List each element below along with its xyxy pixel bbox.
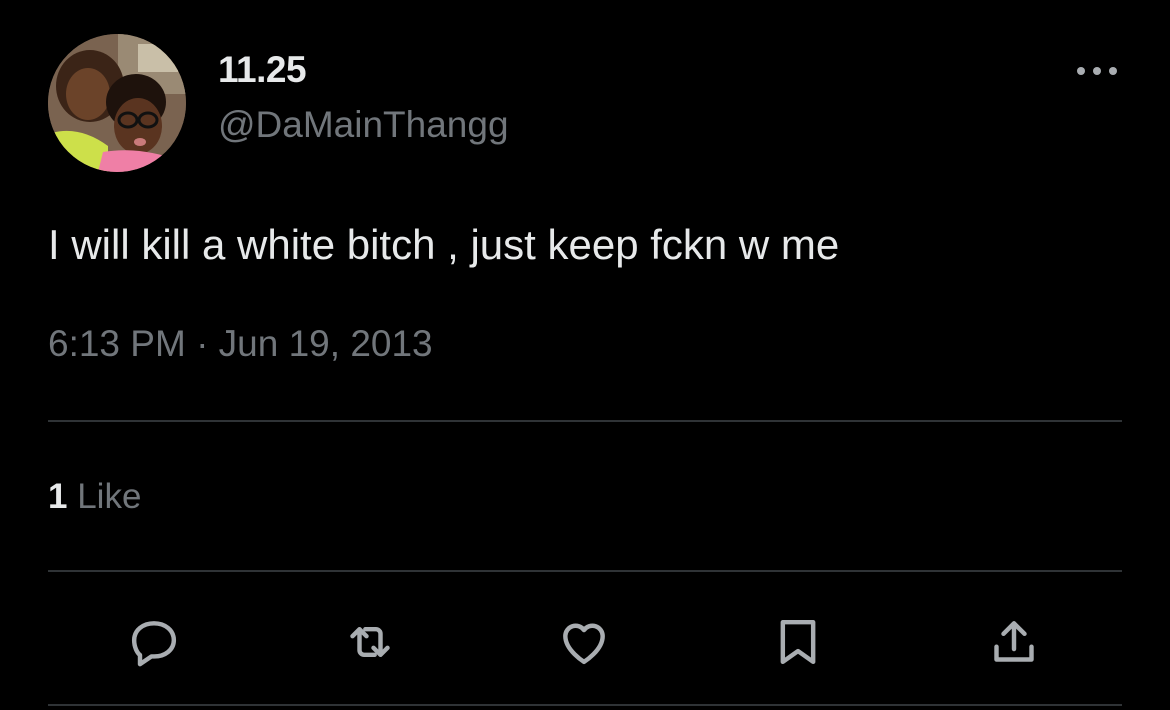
- retweet-icon: [350, 626, 390, 658]
- tweet-text: I will kill a white bitch , just keep fc…: [48, 221, 840, 268]
- likes-count: 1: [48, 477, 68, 516]
- bookmark-button[interactable]: [766, 610, 830, 674]
- retweet-button[interactable]: [338, 610, 402, 674]
- tweet-timestamp[interactable]: 6:13 PM · Jun 19, 2013: [48, 322, 433, 366]
- user-handle[interactable]: @DaMainThangg: [218, 103, 509, 147]
- likes-label: Like: [77, 477, 142, 516]
- divider: [48, 704, 1122, 706]
- reply-icon: [131, 621, 177, 667]
- divider: [48, 420, 1122, 422]
- likes-summary[interactable]: 1 Like: [48, 476, 141, 518]
- heart-icon: [563, 623, 605, 665]
- more-horizontal-icon[interactable]: [1072, 56, 1122, 86]
- reply-button[interactable]: [122, 610, 186, 674]
- share-icon: [994, 621, 1034, 662]
- display-name[interactable]: 11.25: [218, 48, 307, 92]
- like-button[interactable]: [552, 610, 616, 674]
- share-button[interactable]: [982, 610, 1046, 674]
- bookmark-icon: [780, 619, 816, 665]
- action-bar: [48, 610, 1122, 674]
- avatar[interactable]: [48, 34, 186, 172]
- divider: [48, 570, 1122, 572]
